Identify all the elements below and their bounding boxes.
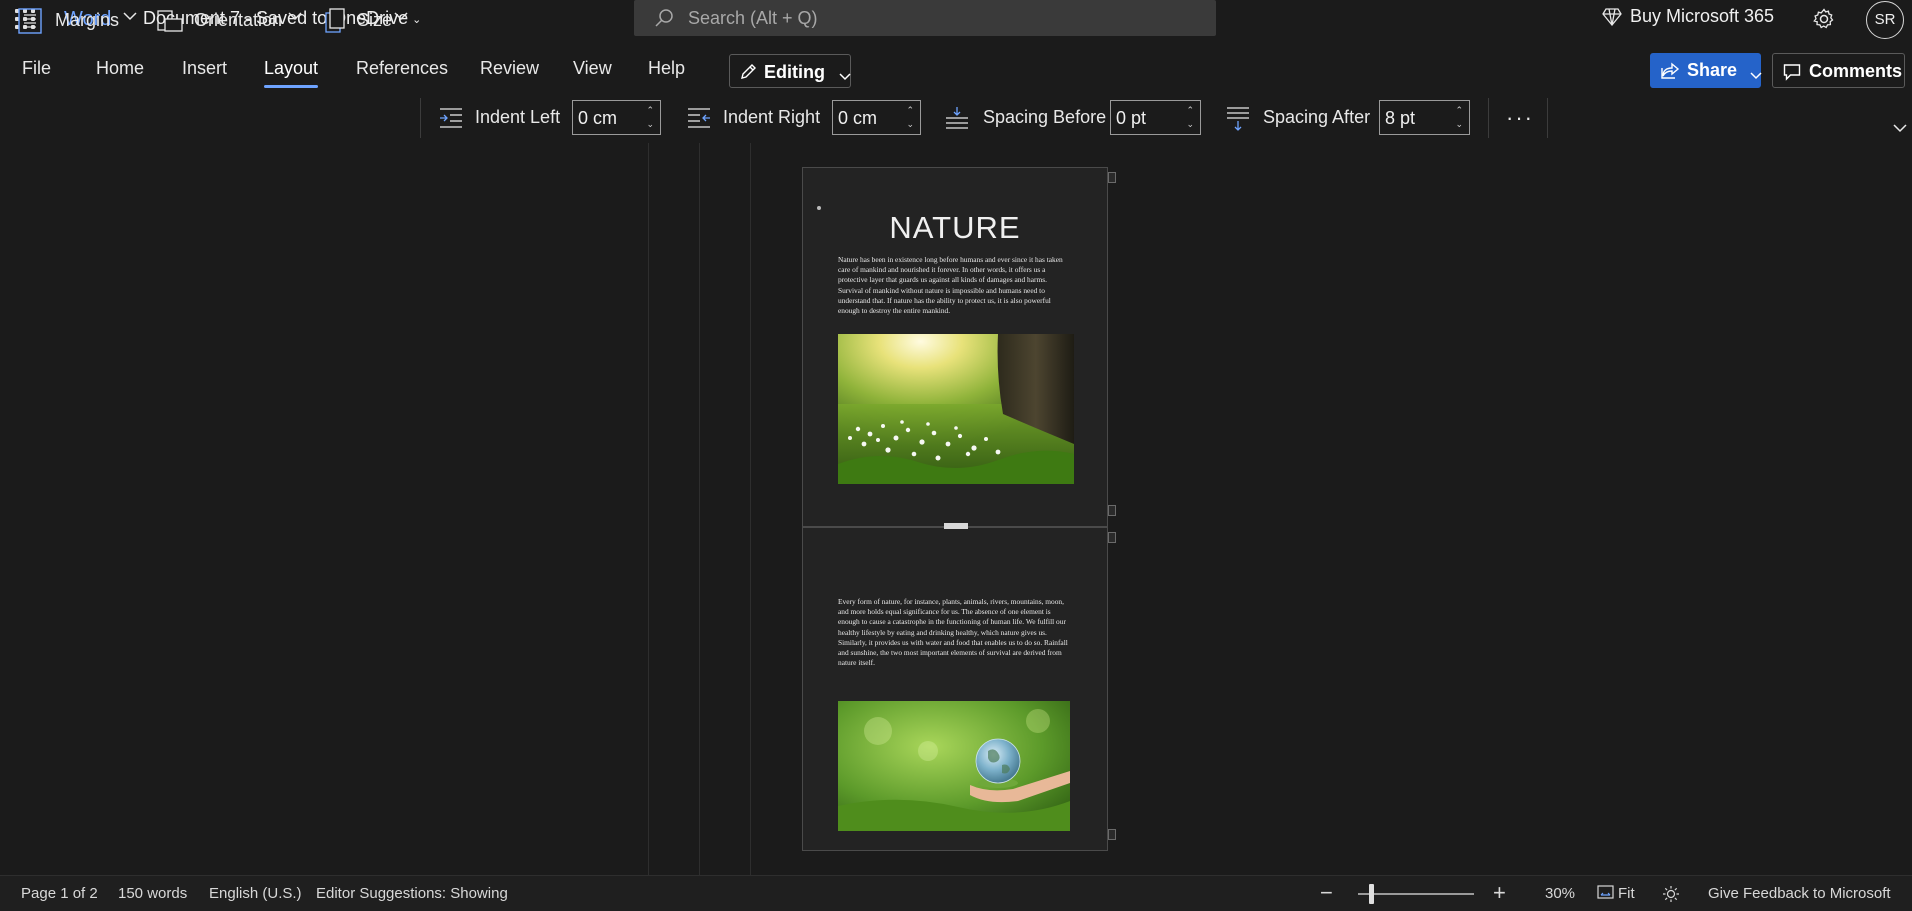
resize-handle[interactable] bbox=[1108, 505, 1116, 516]
document-page-2[interactable]: Every form of nature, for instance, plan… bbox=[802, 527, 1108, 851]
give-feedback-link[interactable]: Give Feedback to Microsoft bbox=[1708, 885, 1891, 902]
ruler-guide bbox=[648, 143, 649, 875]
paragraph: Nature has been in existence long before… bbox=[838, 255, 1063, 316]
resize-handle[interactable] bbox=[1108, 829, 1116, 840]
stepper-arrows-icon[interactable]: ⌃ ⌄ bbox=[646, 103, 654, 131]
indent-right-label: Indent Right bbox=[723, 107, 821, 127]
orientation-label: Orientation bbox=[194, 10, 283, 30]
zoom-level[interactable]: 30% bbox=[1545, 885, 1575, 902]
stepper-arrows-icon[interactable]: ⌃ ⌄ bbox=[1186, 103, 1194, 131]
resize-handle[interactable] bbox=[1108, 172, 1116, 183]
tab-review[interactable]: Review bbox=[480, 58, 539, 79]
indent-right-icon bbox=[688, 108, 710, 128]
fit-page-icon bbox=[1597, 885, 1614, 899]
title-bar: Word Document 7 - Saved to OneDrive ⌄ Sea… bbox=[0, 0, 1912, 39]
language-indicator[interactable]: English (U.S.) bbox=[209, 885, 302, 902]
orientation-icon bbox=[157, 10, 183, 32]
spacing-before-value: 0 pt bbox=[1116, 108, 1147, 128]
spacing-after-icon bbox=[1227, 107, 1249, 131]
spacing-after-input[interactable]: 8 pt ⌃ ⌄ bbox=[1379, 100, 1470, 135]
zoom-in-button[interactable]: + bbox=[1493, 880, 1506, 906]
spacing-before-icon bbox=[946, 107, 968, 129]
indent-left-icon bbox=[440, 108, 462, 128]
indent-left-input[interactable]: 0 cm ⌃ ⌄ bbox=[572, 100, 661, 135]
page-count[interactable]: Page 1 of 2 bbox=[21, 885, 98, 902]
zoom-slider[interactable] bbox=[1358, 893, 1474, 895]
margins-label: Margins bbox=[55, 10, 120, 30]
tab-help[interactable]: Help bbox=[648, 58, 685, 79]
tab-insert[interactable]: Insert bbox=[182, 58, 227, 79]
fit-label: Fit bbox=[1618, 885, 1635, 902]
status-bar: Page 1 of 2 150 words English (U.S.) Edi… bbox=[0, 875, 1912, 911]
page-break-marker bbox=[944, 523, 968, 529]
document-page-1[interactable]: NATURE Nature has been in existence long… bbox=[802, 167, 1108, 527]
word-count[interactable]: 150 words bbox=[118, 885, 187, 902]
share-icon bbox=[1661, 62, 1680, 79]
search-icon bbox=[655, 9, 673, 27]
indent-right-input[interactable]: 0 cm ⌃ ⌄ bbox=[832, 100, 921, 135]
paragraph: Every form of nature, for instance, plan… bbox=[838, 597, 1068, 668]
ruler-guide bbox=[699, 143, 700, 875]
share-button[interactable]: Share bbox=[1650, 53, 1762, 88]
chevron-down-icon: ⌄ bbox=[412, 13, 422, 26]
brightness-icon[interactable] bbox=[1662, 885, 1680, 903]
indent-left-value: 0 cm bbox=[578, 108, 618, 128]
buy-microsoft-365-button[interactable]: Buy Microsoft 365 bbox=[1602, 6, 1774, 32]
document-title-heading: NATURE bbox=[889, 210, 1021, 245]
divider bbox=[420, 98, 421, 138]
share-label: Share bbox=[1687, 60, 1738, 80]
tab-home[interactable]: Home bbox=[96, 58, 144, 79]
ruler-guide bbox=[750, 143, 751, 875]
editing-label: Editing bbox=[764, 62, 825, 82]
resize-handle[interactable] bbox=[1108, 532, 1116, 543]
divider bbox=[1547, 98, 1548, 138]
tab-references[interactable]: References bbox=[356, 58, 448, 79]
zoom-out-button[interactable]: − bbox=[1320, 880, 1333, 906]
avatar[interactable]: SR bbox=[1866, 1, 1904, 39]
tab-layout[interactable]: Layout bbox=[264, 58, 319, 88]
editor-suggestions[interactable]: Editor Suggestions: Showing bbox=[316, 885, 508, 902]
buy-label: Buy Microsoft 365 bbox=[1630, 6, 1775, 26]
diamond-icon bbox=[1602, 8, 1622, 27]
tab-view[interactable]: View bbox=[573, 58, 612, 79]
search-box[interactable]: Search (Alt + Q) bbox=[634, 0, 1216, 36]
ribbon-tabs: File Home Insert Layout References Revie… bbox=[0, 52, 1912, 88]
search-placeholder: Search (Alt + Q) bbox=[688, 8, 818, 28]
spacing-after-label: Spacing After bbox=[1263, 107, 1371, 127]
indent-right-value: 0 cm bbox=[838, 108, 878, 128]
comments-button[interactable]: Comments bbox=[1772, 53, 1905, 88]
globe-in-hand-image[interactable] bbox=[838, 701, 1070, 831]
fit-button[interactable]: Fit bbox=[1597, 885, 1635, 902]
zoom-slider-thumb[interactable] bbox=[1368, 884, 1374, 904]
settings-gear-icon[interactable] bbox=[1812, 7, 1836, 31]
pencil-icon bbox=[741, 64, 756, 79]
margins-icon bbox=[18, 8, 42, 34]
stepper-arrows-icon[interactable]: ⌃ ⌄ bbox=[906, 103, 914, 131]
spacing-after-value: 8 pt bbox=[1385, 108, 1416, 128]
page-size-icon bbox=[325, 8, 345, 33]
more-options-button[interactable]: ··· bbox=[1506, 105, 1534, 131]
editing-mode-button[interactable]: Editing bbox=[729, 54, 851, 88]
stepper-arrows-icon[interactable]: ⌃ ⌄ bbox=[1455, 103, 1463, 131]
divider bbox=[1488, 98, 1489, 138]
comments-label: Comments bbox=[1809, 61, 1903, 81]
spacing-before-input[interactable]: 0 pt ⌃ ⌄ bbox=[1110, 100, 1201, 135]
indent-left-label: Indent Left bbox=[475, 107, 561, 127]
spacing-before-label: Spacing Before bbox=[983, 107, 1107, 127]
collapse-ribbon-icon[interactable] bbox=[1893, 124, 1907, 133]
tab-file[interactable]: File bbox=[22, 58, 51, 79]
meadow-sunlight-image[interactable] bbox=[838, 334, 1074, 484]
size-label: Size bbox=[357, 10, 393, 30]
comment-icon bbox=[1783, 64, 1801, 81]
